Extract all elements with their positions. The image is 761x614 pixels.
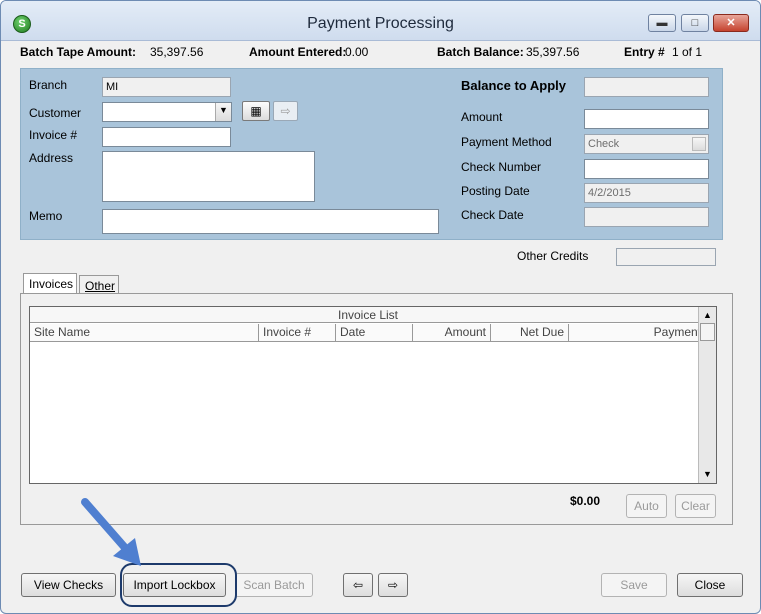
- column-amount-label: Amount: [444, 325, 486, 339]
- payment-method-value: Check: [588, 138, 620, 150]
- chevron-down-icon: ▼: [219, 105, 228, 115]
- other-credits-field: [616, 248, 716, 266]
- column-date[interactable]: Date: [336, 324, 413, 342]
- save-button[interactable]: Save: [601, 573, 667, 597]
- balance-to-apply-field: [584, 77, 709, 97]
- memo-input[interactable]: [102, 209, 439, 234]
- arrow-right-icon: ⇨: [280, 104, 291, 118]
- previous-button[interactable]: ⇦: [343, 573, 373, 597]
- auto-button[interactable]: Auto: [626, 494, 667, 518]
- close-button[interactable]: Close: [677, 573, 743, 597]
- entry-label: Entry #: [624, 45, 665, 59]
- scroll-down-icon[interactable]: ▼: [700, 467, 715, 482]
- check-date-field[interactable]: [584, 207, 709, 227]
- payment-form-panel: Branch MI Customer ▼ ▦ ⇨ Invoice # Addre…: [20, 68, 723, 240]
- window-title: Payment Processing: [307, 15, 454, 32]
- customer-lookup-button[interactable]: ▦: [242, 101, 270, 121]
- payment-method-dropdown-button[interactable]: [692, 137, 706, 151]
- maximize-icon: □: [691, 17, 699, 29]
- branch-label: Branch: [29, 78, 68, 92]
- view-checks-button[interactable]: View Checks: [21, 573, 116, 597]
- invoice-input[interactable]: [102, 127, 231, 147]
- close-button-label: Close: [694, 578, 726, 592]
- customer-dropdown-button[interactable]: ▼: [215, 103, 231, 121]
- amount-label: Amount: [461, 110, 503, 124]
- save-button-label: Save: [620, 578, 648, 592]
- batch-balance-label: Batch Balance:: [437, 45, 524, 59]
- scroll-up-icon[interactable]: ▲: [700, 308, 715, 323]
- batch-tape-value: 35,397.56: [150, 45, 204, 59]
- amount-entered-value: 0.00: [345, 45, 369, 59]
- column-net-due-label: Net Due: [519, 325, 564, 339]
- payment-method-label: Payment Method: [461, 135, 552, 149]
- maximize-button[interactable]: □: [681, 14, 709, 32]
- close-icon: ✕: [726, 17, 736, 29]
- posting-date-label: Posting Date: [461, 184, 530, 198]
- column-payment[interactable]: Payment: [569, 324, 706, 342]
- column-site-name[interactable]: Site Name: [30, 324, 259, 342]
- auto-button-label: Auto: [634, 499, 659, 513]
- amount-input[interactable]: [584, 109, 709, 129]
- entry-value: 1 of 1: [672, 45, 703, 59]
- customer-label: Customer: [29, 106, 82, 120]
- arrow-left-icon: ⇦: [352, 578, 364, 592]
- batch-balance-value: 35,397.56: [526, 45, 580, 59]
- view-checks-label: View Checks: [33, 578, 104, 592]
- posting-date-field: 4/2/2015: [584, 183, 709, 203]
- batch-tape-label: Batch Tape Amount:: [20, 45, 136, 59]
- column-net-due[interactable]: Net Due: [491, 324, 569, 342]
- payment-processing-window: S Payment Processing ▬ □ ✕ Batch Tape Am…: [0, 0, 761, 614]
- invoice-grid-scrollbar[interactable]: ▲ ▼: [698, 307, 716, 483]
- payment-total: $0.00: [570, 494, 601, 508]
- binoculars-icon: ▦: [250, 104, 262, 118]
- column-date-label: Date: [340, 325, 366, 339]
- memo-label: Memo: [29, 209, 63, 223]
- check-date-label: Check Date: [461, 208, 524, 222]
- invoice-list-title: Invoice List: [30, 307, 706, 323]
- posting-date-value: 4/2/2015: [588, 187, 631, 199]
- check-number-label: Check Number: [461, 160, 542, 174]
- close-window-button[interactable]: ✕: [713, 14, 749, 32]
- column-amount[interactable]: Amount: [413, 324, 491, 342]
- clear-button[interactable]: Clear: [675, 494, 716, 518]
- column-payment-label: Payment: [653, 325, 701, 339]
- invoice-list-grid[interactable]: Invoice List Site Name Invoice # Date Am…: [29, 306, 717, 484]
- amount-entered-label: Amount Entered:: [249, 45, 347, 59]
- scan-batch-label: Scan Batch: [243, 578, 305, 592]
- title-bar: S Payment Processing ▬ □ ✕: [1, 1, 760, 41]
- invoice-label: Invoice #: [29, 128, 78, 142]
- minimize-icon: ▬: [656, 17, 668, 29]
- batch-info-bar: Batch Tape Amount: 35,397.56 Amount Ente…: [1, 41, 760, 63]
- column-site-name-label: Site Name: [34, 325, 91, 339]
- payment-method-select[interactable]: Check: [584, 134, 709, 154]
- address-label: Address: [29, 151, 74, 165]
- column-invoice-number-label: Invoice #: [263, 325, 312, 339]
- clear-button-label: Clear: [681, 499, 710, 513]
- check-number-input[interactable]: [584, 159, 709, 179]
- scroll-thumb[interactable]: [700, 323, 715, 341]
- annotation-arrow-icon: [81, 498, 141, 566]
- scan-batch-button[interactable]: Scan Batch: [235, 573, 313, 597]
- address-input[interactable]: [102, 151, 315, 202]
- column-invoice-number[interactable]: Invoice #: [259, 324, 336, 342]
- tab-other-label: Other: [85, 279, 116, 293]
- customer-select[interactable]: ▼: [102, 102, 232, 122]
- tab-invoices-label: Invoices: [29, 277, 74, 291]
- minimize-button[interactable]: ▬: [648, 14, 676, 32]
- balance-to-apply-label: Balance to Apply: [461, 78, 566, 93]
- customer-go-button[interactable]: ⇨: [273, 101, 298, 121]
- branch-value: MI: [106, 81, 119, 93]
- arrow-right-icon: ⇨: [387, 578, 399, 592]
- other-credits-label: Other Credits: [517, 249, 589, 263]
- invoices-tab-pane: Invoice List Site Name Invoice # Date Am…: [20, 293, 733, 525]
- branch-field: MI: [102, 77, 231, 97]
- next-button[interactable]: ⇨: [378, 573, 408, 597]
